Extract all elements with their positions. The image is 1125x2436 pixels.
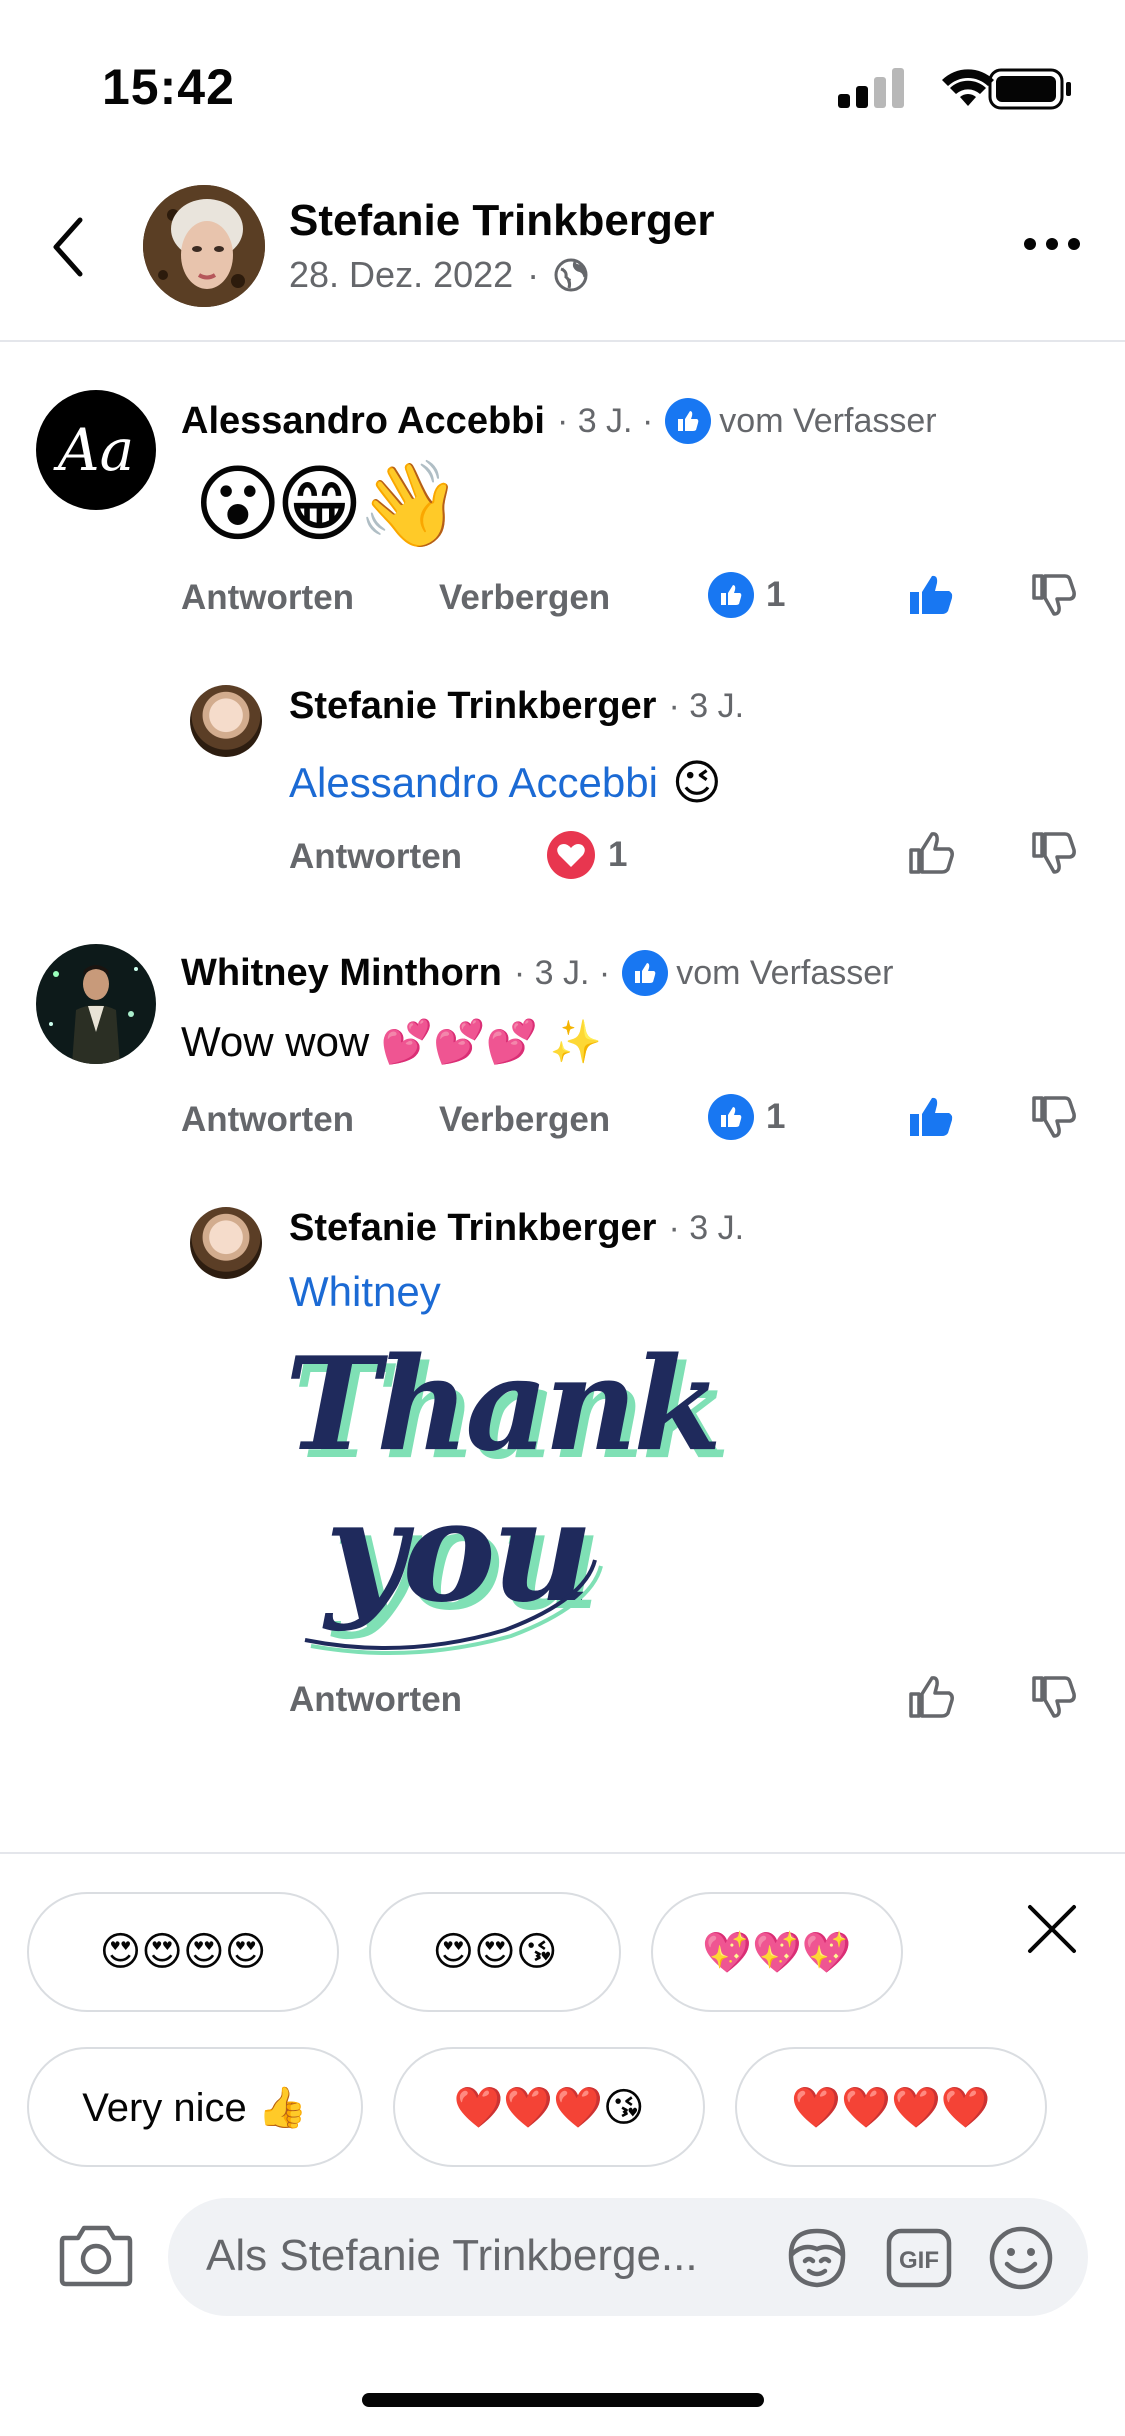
like-icon	[708, 572, 754, 618]
avatar-sticker-icon[interactable]	[783, 2225, 851, 2291]
mention-link[interactable]: Whitney	[289, 1268, 441, 1316]
reaction-summary[interactable]: 1	[708, 1094, 785, 1140]
comment-author[interactable]: Stefanie Trinkberger	[289, 1207, 656, 1250]
comment-text: Wow wow 💕💕💕 ✨	[181, 1018, 602, 1065]
suggestion-chip[interactable]: Very nice 👍	[27, 2047, 363, 2167]
reaction-summary[interactable]: 1	[546, 830, 627, 880]
thank-you-sticker: Thank Thank you you	[285, 1330, 730, 1660]
suggestion-chip[interactable]: ❤️❤️❤️❤️	[735, 2047, 1047, 2167]
like-icon[interactable]	[906, 1672, 956, 1722]
gif-icon[interactable]: GIF	[885, 2225, 953, 2291]
post-date: 28. Dez. 2022	[289, 254, 514, 295]
close-icon[interactable]	[1026, 1903, 1078, 1955]
header-avatar[interactable]	[143, 185, 265, 307]
separator: ·	[527, 254, 540, 295]
status-icons	[836, 66, 1072, 110]
header-divider	[0, 340, 1125, 342]
home-indicator	[362, 2393, 764, 2407]
back-icon[interactable]	[44, 212, 94, 282]
suggestion-chip[interactable]: 💖💖💖	[651, 1892, 903, 2012]
signal-icon	[838, 68, 904, 108]
comment-age: · 3 J.	[668, 1209, 745, 1247]
reaction-summary[interactable]: 1	[708, 572, 785, 618]
globe-icon	[553, 257, 589, 293]
avatar-text: Aa	[57, 416, 135, 484]
header-title[interactable]: Stefanie Trinkberger	[289, 196, 714, 246]
hide-button[interactable]: Verbergen	[439, 1100, 610, 1140]
reaction-count: 1	[766, 1097, 786, 1136]
like-icon[interactable]	[906, 1092, 956, 1142]
hide-button[interactable]: Verbergen	[439, 578, 610, 618]
comment-header: Stefanie Trinkberger · 3 J.	[289, 1207, 744, 1250]
author-liked-label: vom Verfasser	[676, 953, 894, 992]
svg-text:GIF: GIF	[899, 2247, 939, 2274]
reply-avatar[interactable]	[190, 1207, 262, 1279]
suggestion-chip[interactable]: 😍😍😘	[369, 1892, 621, 2012]
author-liked-label: vom Verfasser	[719, 401, 937, 440]
emoji-icon[interactable]	[987, 2224, 1055, 2292]
comment-avatar[interactable]	[36, 944, 156, 1064]
comment-header: Whitney Minthorn · 3 J. · vom Verfasser	[181, 950, 894, 996]
comment-header: Stefanie Trinkberger · 3 J.	[289, 685, 744, 728]
comment-age: · 3 J. ·	[556, 401, 654, 440]
like-icon[interactable]	[906, 570, 956, 620]
reply-button[interactable]: Antworten	[181, 1100, 354, 1140]
comment-header: Alessandro Accebbi · 3 J. · vom Verfasse…	[181, 398, 937, 444]
comment-age: · 3 J. ·	[513, 953, 611, 992]
like-icon	[708, 1094, 754, 1140]
more-icon[interactable]	[1022, 236, 1082, 252]
reply-button[interactable]: Antworten	[289, 837, 462, 877]
suggestion-chip[interactable]: ❤️❤️❤️😘	[393, 2047, 705, 2167]
status-time: 15:42	[102, 59, 235, 115]
battery-icon	[988, 68, 1071, 110]
dislike-icon[interactable]	[1028, 570, 1078, 620]
comment-author[interactable]: Whitney Minthorn	[181, 952, 502, 995]
like-icon	[622, 950, 669, 996]
dislike-icon[interactable]	[1028, 1092, 1078, 1142]
dislike-icon[interactable]	[1028, 1672, 1078, 1722]
comment-input-placeholder: Als Stefanie Trinkberge...	[206, 2231, 698, 2280]
reaction-count: 1	[608, 835, 628, 874]
suggestion-chip[interactable]: 😍😍😍😍	[27, 1892, 339, 2012]
comment-text: Alessandro Accebbi 😉	[289, 755, 722, 811]
mention-link[interactable]: Alessandro Accebbi	[289, 759, 658, 807]
reply-avatar[interactable]	[190, 685, 262, 757]
heart-icon	[546, 830, 596, 880]
comment-author[interactable]: Stefanie Trinkberger	[289, 685, 656, 728]
suggestions-divider	[0, 1852, 1125, 1854]
reply-button[interactable]: Antworten	[181, 578, 354, 618]
reaction-count: 1	[766, 575, 786, 614]
comment-text: 😮😁👋	[194, 457, 462, 551]
like-icon[interactable]	[906, 828, 956, 878]
camera-icon[interactable]	[58, 2222, 134, 2288]
dislike-icon[interactable]	[1028, 828, 1078, 878]
comment-avatar[interactable]: Aa	[36, 390, 156, 510]
wifi-icon	[942, 69, 994, 106]
comment-author[interactable]: Alessandro Accebbi	[181, 400, 545, 443]
comment-age: · 3 J.	[668, 687, 745, 725]
reply-button[interactable]: Antworten	[289, 1680, 462, 1720]
like-icon	[665, 398, 712, 444]
header-subtitle: 28. Dez. 2022 ·	[289, 254, 589, 296]
author-liked-badge: vom Verfasser	[665, 398, 937, 444]
author-liked-badge: vom Verfasser	[622, 950, 894, 996]
emoji: 😉	[671, 757, 722, 810]
